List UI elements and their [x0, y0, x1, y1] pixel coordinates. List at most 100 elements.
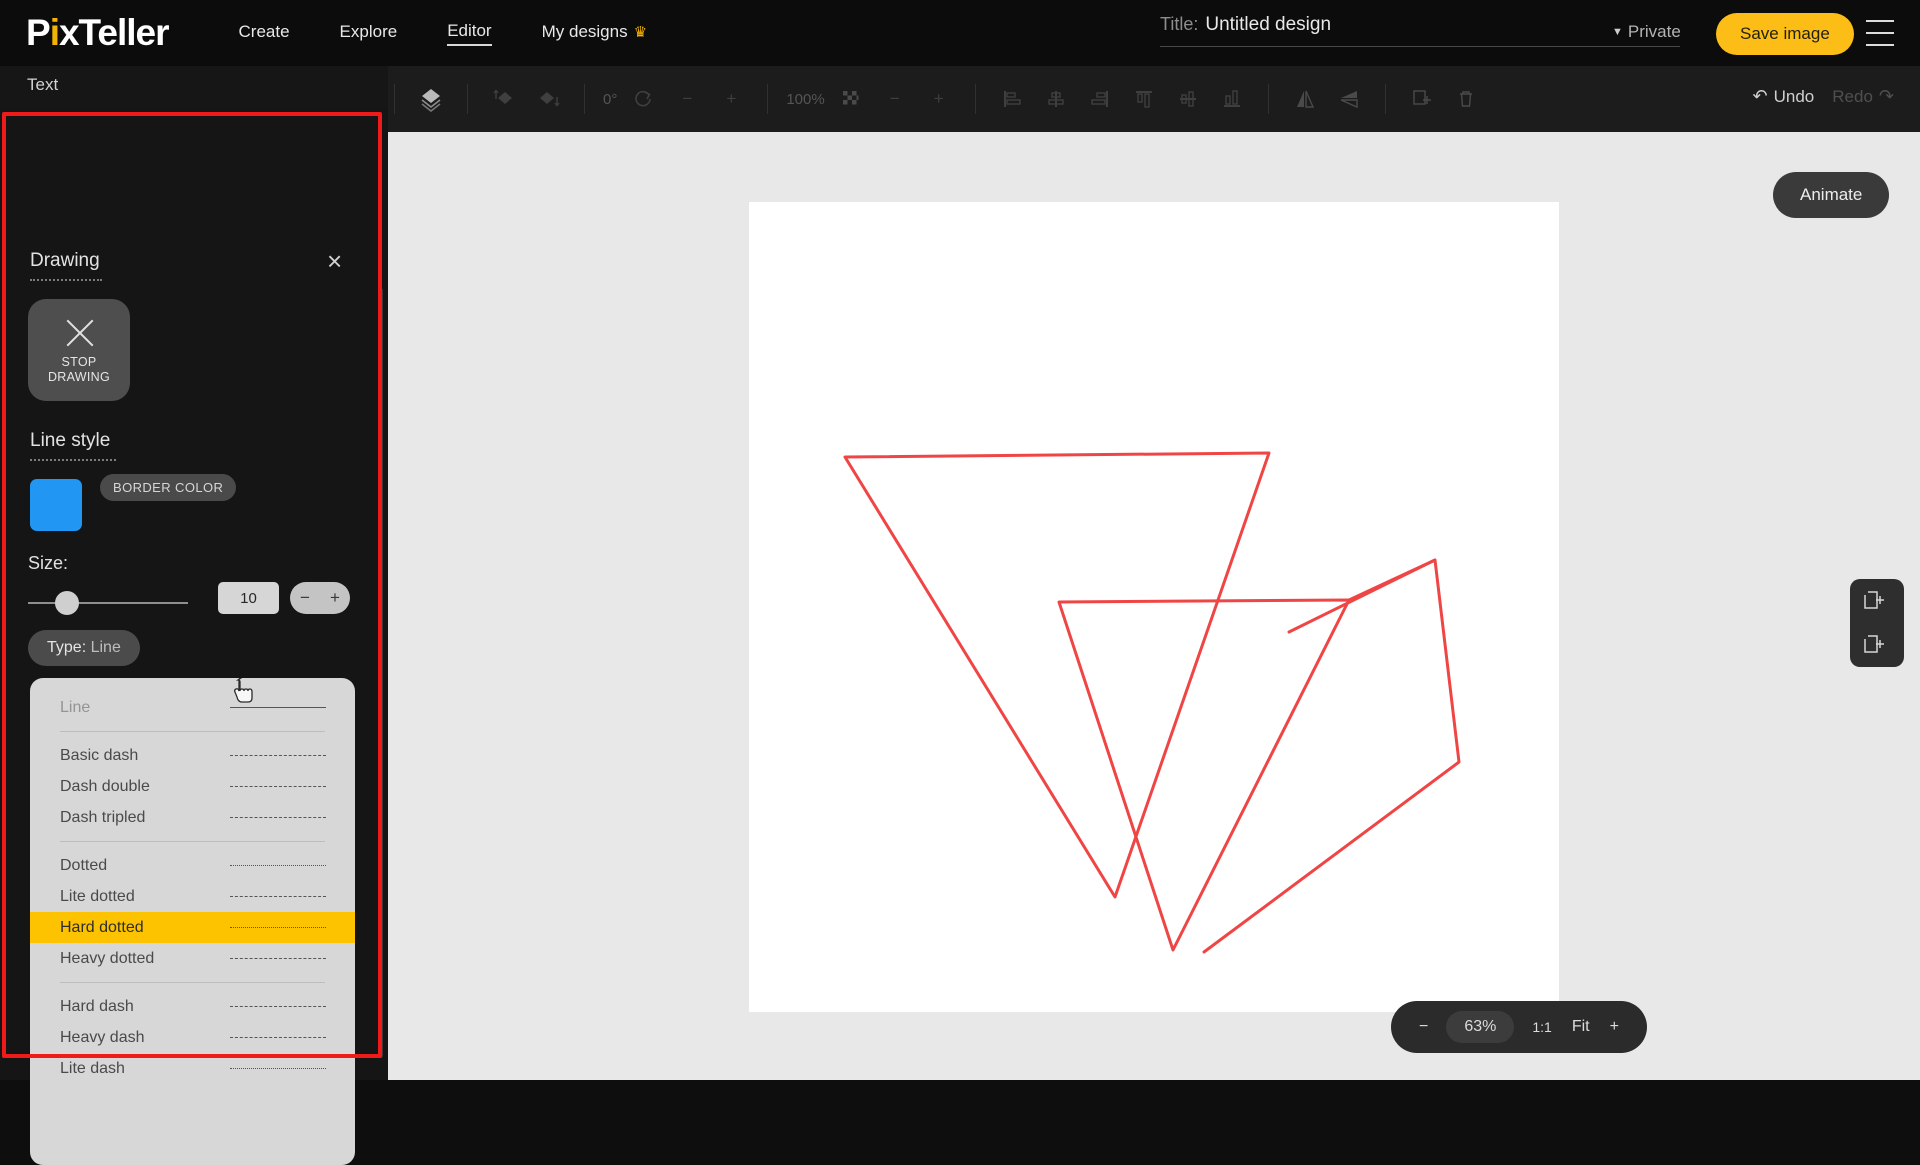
trash-icon[interactable] [1449, 82, 1483, 116]
nav-item-create[interactable]: Create [239, 22, 290, 45]
line-style-dropdown[interactable]: Line Basic dash Dash double Dash tripled Dot… [30, 678, 355, 1165]
line-style-preview [139, 1063, 326, 1075]
crown-icon: ♛ [633, 23, 648, 41]
rotation-increment-button[interactable]: + [714, 82, 748, 116]
flip-vertical-icon[interactable] [1332, 82, 1366, 116]
size-slider[interactable] [28, 586, 188, 620]
duplicate-icon[interactable] [1405, 82, 1439, 116]
line-style-option-label: Lite dotted [60, 887, 135, 905]
toolbar-divider [584, 84, 585, 114]
line-style-option-label: Dotted [60, 856, 108, 874]
logo-text-part1: P [26, 12, 51, 53]
logo-text-part2: x [58, 12, 80, 53]
line-style-preview-line [230, 707, 326, 708]
nav-item-explore[interactable]: Explore [340, 22, 398, 45]
rotation-decrement-button[interactable]: − [670, 82, 704, 116]
zoom-percentage[interactable]: 63% [1446, 1011, 1515, 1043]
close-panel-icon[interactable]: × [327, 248, 342, 274]
line-style-preview-line [230, 958, 326, 959]
line-style-option-hard-dotted[interactable]: Hard dotted [30, 912, 355, 943]
add-page-icon[interactable] [1864, 588, 1890, 614]
zoom-fit-button[interactable]: Fit [1562, 1018, 1600, 1036]
line-style-option-lite-dotted[interactable]: Lite dotted [30, 881, 355, 912]
zoom-in-button[interactable]: + [1600, 1018, 1629, 1036]
line-style-option-dash-double[interactable]: Dash double [30, 771, 355, 802]
rotate-icon[interactable] [626, 82, 660, 116]
flip-horizontal-icon[interactable] [1288, 82, 1322, 116]
zoom-out-button[interactable]: − [1409, 1018, 1438, 1036]
line-style-option-label: Hard dotted [60, 918, 144, 936]
zoom-one-to-one-button[interactable]: 1:1 [1522, 1019, 1561, 1035]
align-left-icon[interactable] [995, 82, 1029, 116]
zoom-controls: − 63% 1:1 Fit + [1391, 1001, 1647, 1053]
line-type-button[interactable]: Type: Line [28, 630, 140, 666]
toolbar-divider [767, 84, 769, 114]
layers-icon[interactable] [414, 82, 448, 116]
line-style-preview-line [230, 927, 326, 928]
line-style-preview [159, 812, 326, 824]
nav-item-my-designs-label: My designs [541, 21, 628, 41]
nav-item-editor[interactable]: Editor [447, 21, 492, 46]
line-style-option-line[interactable]: Line [30, 692, 355, 723]
pixteller-logo[interactable]: PixTeller [26, 12, 170, 54]
size-increment-button[interactable]: + [320, 582, 350, 614]
align-center-icon[interactable] [1039, 82, 1073, 116]
size-input[interactable]: 10 [218, 582, 279, 614]
line-style-option-heavy-dotted[interactable]: Heavy dotted [30, 943, 355, 974]
align-bottom-icon[interactable] [1215, 82, 1249, 116]
line-style-preview [158, 922, 326, 934]
duplicate-page-icon[interactable] [1864, 632, 1890, 658]
send-backward-icon[interactable] [531, 82, 565, 116]
privacy-selector[interactable]: ▼ Private [1612, 22, 1681, 42]
drawn-stroke [1202, 558, 1461, 954]
align-top-icon[interactable] [1127, 82, 1161, 116]
animate-button[interactable]: Animate [1773, 172, 1890, 218]
line-type-prefix: Type: [47, 639, 87, 656]
size-decrement-button[interactable]: − [290, 582, 320, 614]
align-middle-icon[interactable] [1171, 82, 1205, 116]
hamburger-line [1866, 44, 1894, 46]
redo-button[interactable]: Redo ↷ [1832, 86, 1894, 107]
line-style-option-label: Hard dash [60, 997, 134, 1015]
canvas-workspace[interactable]: Animate − 63% 1:1 Fit + [388, 132, 1920, 1080]
line-style-option-dash-tripled[interactable]: Dash tripled [30, 802, 355, 833]
design-title-value: Untitled design [1205, 14, 1332, 35]
heading-underline [30, 459, 116, 461]
drawn-stroke [1057, 598, 1351, 952]
panel-heading-drawing: Drawing [30, 250, 102, 281]
hamburger-menu-icon[interactable] [1866, 20, 1894, 46]
opacity-value: 100% [786, 90, 825, 108]
undo-arrow-icon: ↶ [1752, 86, 1768, 106]
x-icon [61, 315, 97, 351]
line-style-option-label: Heavy dash [60, 1028, 145, 1046]
panel-scrollbar[interactable] [378, 288, 383, 1058]
opacity-increment-button[interactable]: + [922, 82, 956, 116]
redo-label: Redo [1832, 87, 1873, 106]
slider-thumb[interactable] [55, 591, 79, 615]
toolbar-group-align [990, 79, 1254, 119]
save-image-button[interactable]: Save image [1716, 13, 1854, 55]
drawing-vector-art [843, 451, 1461, 954]
bring-forward-icon[interactable] [487, 82, 521, 116]
logo-dot: i [49, 12, 60, 53]
line-style-option-dotted[interactable]: Dotted [30, 850, 355, 881]
line-style-option-heavy-dash[interactable]: Heavy dash [30, 1022, 355, 1053]
opacity-decrement-button[interactable]: − [878, 82, 912, 116]
nav-item-my-designs[interactable]: My designs ♛ [542, 22, 647, 45]
line-style-option-lite-dash[interactable]: Lite dash [30, 1053, 355, 1084]
drawn-stroke [1287, 558, 1437, 634]
stop-drawing-button[interactable]: STOP DRAWING [28, 299, 130, 401]
panel-heading-line-style: Line style [30, 430, 116, 461]
undo-label: Undo [1773, 87, 1815, 106]
checkerboard-icon[interactable] [834, 82, 868, 116]
design-title-field[interactable]: Title: Untitled design [1160, 14, 1680, 47]
line-type-value: Line [90, 639, 121, 656]
line-style-preview-line [230, 755, 326, 756]
design-canvas[interactable] [749, 202, 1559, 1012]
align-right-icon[interactable] [1083, 82, 1117, 116]
line-style-option-hard-dash[interactable]: Hard dash [30, 991, 355, 1022]
border-color-swatch[interactable] [30, 479, 82, 531]
line-style-option-basic-dash[interactable]: Basic dash [30, 740, 355, 771]
tab-text[interactable]: Text [27, 75, 58, 95]
undo-button[interactable]: ↶ Undo [1753, 86, 1815, 107]
